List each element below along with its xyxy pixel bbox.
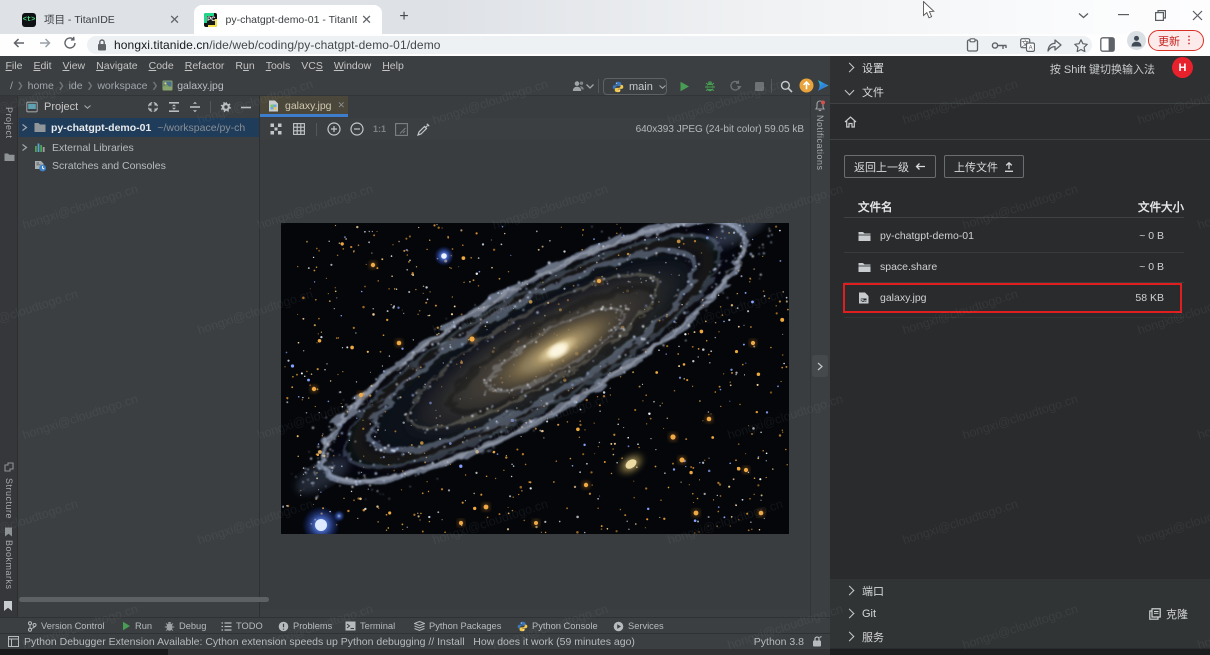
svg-text:A: A (1029, 46, 1033, 52)
